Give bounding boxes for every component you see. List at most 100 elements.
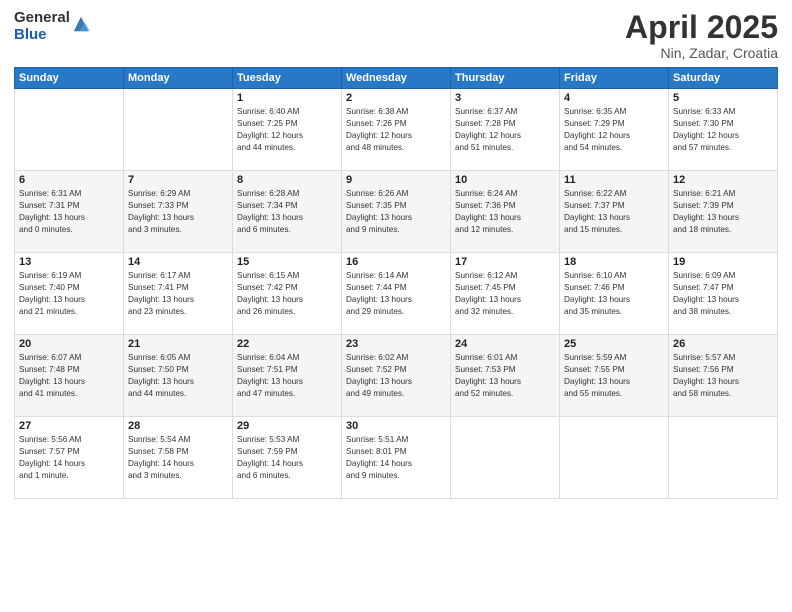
- day-number: 8: [237, 174, 337, 186]
- day-number: 6: [19, 174, 119, 186]
- calendar-week-row: 20 Sunrise: 6:07 AM Sunset: 7:48 PM Dayli…: [15, 335, 778, 417]
- title-block: April 2025 Nin, Zadar, Croatia: [625, 10, 778, 61]
- col-wednesday: Wednesday: [342, 68, 451, 89]
- table-row: 11 Sunrise: 6:22 AM Sunset: 7:37 PM Dayli…: [560, 171, 669, 253]
- table-row: 5 Sunrise: 6:33 AM Sunset: 7:30 PM Daylig…: [669, 89, 778, 171]
- calendar-week-row: 1 Sunrise: 6:40 AM Sunset: 7:25 PM Daylig…: [15, 89, 778, 171]
- day-number: 22: [237, 338, 337, 350]
- day-number: 12: [673, 174, 773, 186]
- day-number: 23: [346, 338, 446, 350]
- logo-general: General: [14, 10, 70, 27]
- table-row: 15Sunrise: 6:15 AM Sunset: 7:42 PM Dayli…: [233, 253, 342, 335]
- table-row: 19Sunrise: 6:09 AM Sunset: 7:47 PM Dayli…: [669, 253, 778, 335]
- table-row: 30 Sunrise: 5:51 AM Sunset: 8:01 PM Dayli…: [342, 417, 451, 499]
- col-friday: Friday: [560, 68, 669, 89]
- day-number: 11: [564, 174, 664, 186]
- col-monday: Monday: [124, 68, 233, 89]
- day-info: Sunrise: 6:33 AM Sunset: 7:30 PM Dayligh…: [673, 106, 773, 154]
- header: General Blue April 2025 Nin, Zadar, Croa…: [14, 10, 778, 61]
- day-number: 29: [237, 420, 337, 432]
- day-info: Sunrise: 6:28 AM Sunset: 7:34 PM Dayligh…: [237, 188, 337, 236]
- table-row: 26 Sunrise: 5:57 AM Sunset: 7:56 PM Dayli…: [669, 335, 778, 417]
- day-number: 25: [564, 338, 664, 350]
- day-info: Sunrise: 6:37 AM Sunset: 7:28 PM Dayligh…: [455, 106, 555, 154]
- day-info: Sunrise: 6:26 AM Sunset: 7:35 PM Dayligh…: [346, 188, 446, 236]
- table-row: 25 Sunrise: 5:59 AM Sunset: 7:55 PM Dayli…: [560, 335, 669, 417]
- col-sunday: Sunday: [15, 68, 124, 89]
- table-row: 13 Sunrise: 6:19 AM Sunset: 7:40 PM Dayli…: [15, 253, 124, 335]
- table-row: 16Sunrise: 6:14 AM Sunset: 7:44 PM Dayli…: [342, 253, 451, 335]
- day-info: Sunrise: 6:10 AM Sunset: 7:46 PM Dayligh…: [564, 270, 664, 318]
- table-row: 29 Sunrise: 5:53 AM Sunset: 7:59 PM Dayli…: [233, 417, 342, 499]
- col-saturday: Saturday: [669, 68, 778, 89]
- title-location: Nin, Zadar, Croatia: [625, 45, 778, 61]
- logo-icon: [72, 15, 90, 33]
- day-info: Sunrise: 6:31 AM Sunset: 7:31 PM Dayligh…: [19, 188, 119, 236]
- day-number: 1: [237, 92, 337, 104]
- table-row: 1 Sunrise: 6:40 AM Sunset: 7:25 PM Daylig…: [233, 89, 342, 171]
- logo-blue: Blue: [14, 27, 70, 44]
- table-row: 6 Sunrise: 6:31 AM Sunset: 7:31 PM Daylig…: [15, 171, 124, 253]
- day-info: Sunrise: 6:02 AM Sunset: 7:52 PM Dayligh…: [346, 352, 446, 400]
- day-info: Sunrise: 6:04 AM Sunset: 7:51 PM Dayligh…: [237, 352, 337, 400]
- day-info: Sunrise: 6:22 AM Sunset: 7:37 PM Dayligh…: [564, 188, 664, 236]
- day-info: Sunrise: 5:53 AM Sunset: 7:59 PM Dayligh…: [237, 434, 337, 482]
- day-info: Sunrise: 5:54 AM Sunset: 7:58 PM Dayligh…: [128, 434, 228, 482]
- day-number: 17: [455, 256, 555, 268]
- table-row: 22 Sunrise: 6:04 AM Sunset: 7:51 PM Dayli…: [233, 335, 342, 417]
- day-info: Sunrise: 5:56 AM Sunset: 7:57 PM Dayligh…: [19, 434, 119, 482]
- day-info: Sunrise: 5:57 AM Sunset: 7:56 PM Dayligh…: [673, 352, 773, 400]
- day-number: 2: [346, 92, 446, 104]
- table-row: 4Sunrise: 6:35 AM Sunset: 7:29 PM Daylig…: [560, 89, 669, 171]
- day-number: 20: [19, 338, 119, 350]
- title-month: April 2025: [625, 10, 778, 45]
- day-info: Sunrise: 6:14 AM Sunset: 7:44 PM Dayligh…: [346, 270, 446, 318]
- col-thursday: Thursday: [451, 68, 560, 89]
- day-number: 27: [19, 420, 119, 432]
- calendar-week-row: 27 Sunrise: 5:56 AM Sunset: 7:57 PM Dayli…: [15, 417, 778, 499]
- day-info: Sunrise: 6:29 AM Sunset: 7:33 PM Dayligh…: [128, 188, 228, 236]
- day-number: 26: [673, 338, 773, 350]
- day-number: 24: [455, 338, 555, 350]
- table-row: 17 Sunrise: 6:12 AM Sunset: 7:45 PM Dayli…: [451, 253, 560, 335]
- day-info: Sunrise: 6:12 AM Sunset: 7:45 PM Dayligh…: [455, 270, 555, 318]
- table-row: 3 Sunrise: 6:37 AM Sunset: 7:28 PM Daylig…: [451, 89, 560, 171]
- table-row: 23 Sunrise: 6:02 AM Sunset: 7:52 PM Dayli…: [342, 335, 451, 417]
- table-row: 21Sunrise: 6:05 AM Sunset: 7:50 PM Dayli…: [124, 335, 233, 417]
- table-row: 24Sunrise: 6:01 AM Sunset: 7:53 PM Dayli…: [451, 335, 560, 417]
- day-info: Sunrise: 6:07 AM Sunset: 7:48 PM Dayligh…: [19, 352, 119, 400]
- calendar-week-row: 6 Sunrise: 6:31 AM Sunset: 7:31 PM Daylig…: [15, 171, 778, 253]
- table-row: 12Sunrise: 6:21 AM Sunset: 7:39 PM Dayli…: [669, 171, 778, 253]
- day-number: 3: [455, 92, 555, 104]
- table-row: 27 Sunrise: 5:56 AM Sunset: 7:57 PM Dayli…: [15, 417, 124, 499]
- table-row: 18Sunrise: 6:10 AM Sunset: 7:46 PM Dayli…: [560, 253, 669, 335]
- day-info: Sunrise: 6:19 AM Sunset: 7:40 PM Dayligh…: [19, 270, 119, 318]
- day-number: 13: [19, 256, 119, 268]
- table-row: 8 Sunrise: 6:28 AM Sunset: 7:34 PM Daylig…: [233, 171, 342, 253]
- day-number: 19: [673, 256, 773, 268]
- table-row: 7 Sunrise: 6:29 AM Sunset: 7:33 PM Daylig…: [124, 171, 233, 253]
- table-row: [669, 417, 778, 499]
- day-info: Sunrise: 6:17 AM Sunset: 7:41 PM Dayligh…: [128, 270, 228, 318]
- day-info: Sunrise: 6:40 AM Sunset: 7:25 PM Dayligh…: [237, 106, 337, 154]
- table-row: [15, 89, 124, 171]
- day-info: Sunrise: 5:59 AM Sunset: 7:55 PM Dayligh…: [564, 352, 664, 400]
- day-info: Sunrise: 6:35 AM Sunset: 7:29 PM Dayligh…: [564, 106, 664, 154]
- table-row: [451, 417, 560, 499]
- day-info: Sunrise: 6:05 AM Sunset: 7:50 PM Dayligh…: [128, 352, 228, 400]
- calendar-week-row: 13 Sunrise: 6:19 AM Sunset: 7:40 PM Dayli…: [15, 253, 778, 335]
- day-number: 7: [128, 174, 228, 186]
- table-row: 10Sunrise: 6:24 AM Sunset: 7:36 PM Dayli…: [451, 171, 560, 253]
- day-info: Sunrise: 6:38 AM Sunset: 7:26 PM Dayligh…: [346, 106, 446, 154]
- table-row: 2 Sunrise: 6:38 AM Sunset: 7:26 PM Daylig…: [342, 89, 451, 171]
- day-number: 9: [346, 174, 446, 186]
- table-row: 28Sunrise: 5:54 AM Sunset: 7:58 PM Dayli…: [124, 417, 233, 499]
- day-info: Sunrise: 6:15 AM Sunset: 7:42 PM Dayligh…: [237, 270, 337, 318]
- day-number: 5: [673, 92, 773, 104]
- table-row: [124, 89, 233, 171]
- calendar-table: Sunday Monday Tuesday Wednesday Thursday…: [14, 67, 778, 499]
- day-info: Sunrise: 5:51 AM Sunset: 8:01 PM Dayligh…: [346, 434, 446, 482]
- day-number: 30: [346, 420, 446, 432]
- table-row: 9 Sunrise: 6:26 AM Sunset: 7:35 PM Daylig…: [342, 171, 451, 253]
- logo: General Blue: [14, 10, 90, 43]
